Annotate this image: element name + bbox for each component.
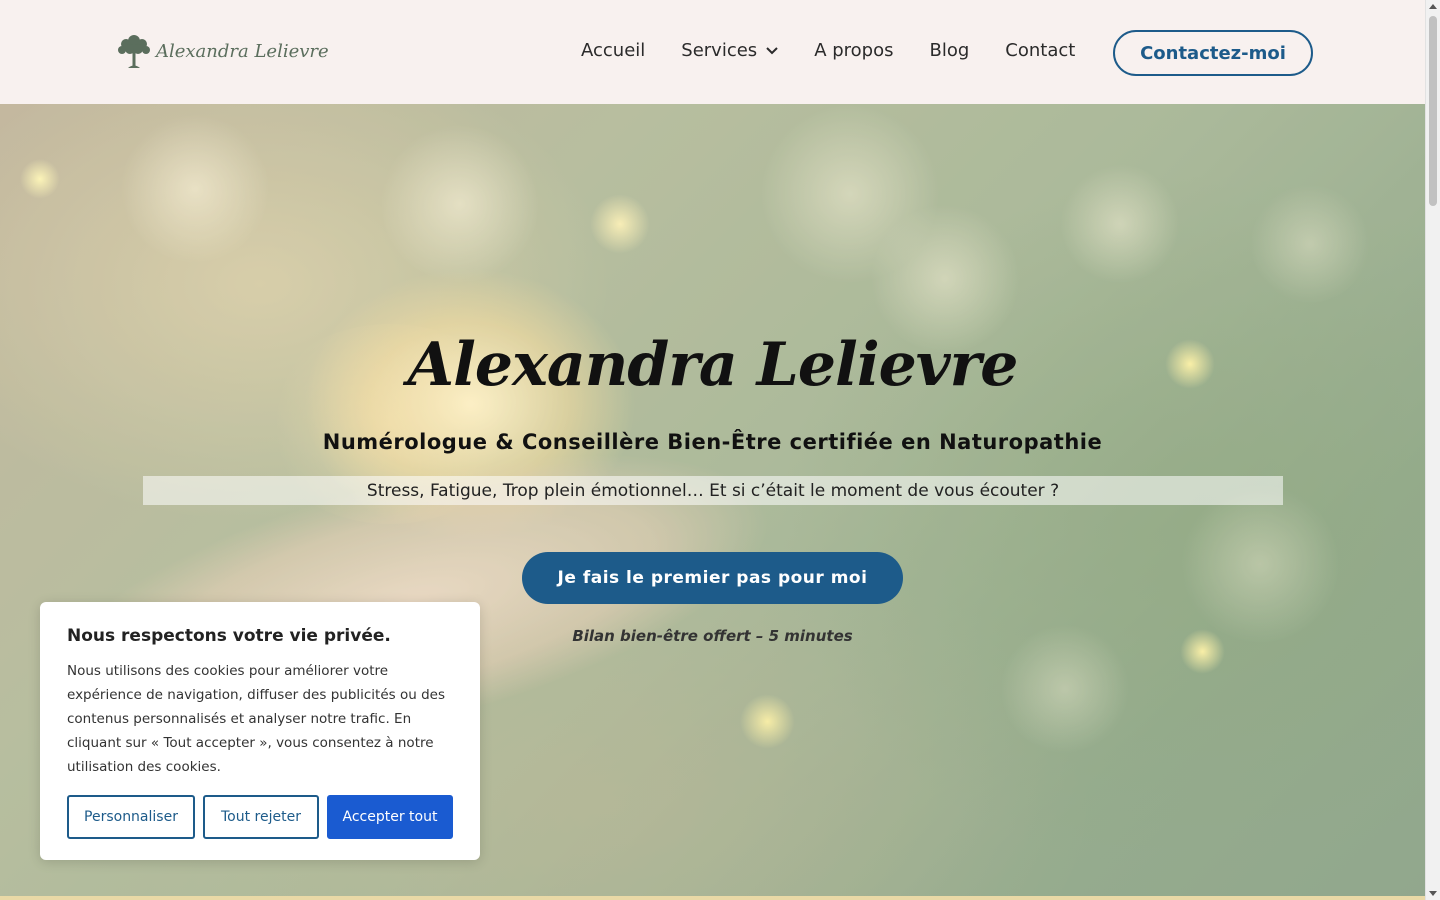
scroll-down-icon[interactable]	[1429, 891, 1437, 896]
main-nav: Accueil Services A propos Blog Contact	[581, 40, 1075, 61]
cookie-accept-button[interactable]: Accepter tout	[327, 795, 453, 839]
cookie-consent-panel: Nous respectons votre vie privée. Nous u…	[40, 602, 480, 860]
nav-apropos[interactable]: A propos	[814, 40, 893, 61]
cookie-reject-button[interactable]: Tout rejeter	[203, 795, 319, 839]
scroll-up-icon[interactable]	[1429, 4, 1437, 9]
hero-subtitle: Numérologue & Conseillère Bien-Être cert…	[322, 430, 1103, 454]
hero-title: Alexandra Lelievre	[407, 330, 1019, 400]
chevron-down-icon	[766, 46, 778, 54]
nav-contact[interactable]: Contact	[1005, 40, 1075, 61]
section-divider	[0, 896, 1425, 900]
first-step-button[interactable]: Je fais le premier pas pour moi	[522, 552, 903, 604]
page-scrollbar[interactable]	[1425, 0, 1440, 900]
hero-tagline-band: Stress, Fatigue, Trop plein émotionnel… …	[143, 476, 1283, 505]
site-logo[interactable]: Alexandra Lelievre	[116, 32, 329, 70]
tree-icon	[118, 35, 150, 68]
scroll-thumb[interactable]	[1429, 16, 1437, 206]
nav-blog[interactable]: Blog	[929, 40, 969, 61]
logo-text: Alexandra Lelievre	[156, 40, 329, 62]
cookie-text: Nous utilisons des cookies pour améliore…	[67, 663, 445, 775]
cookie-personalize-button[interactable]: Personnaliser	[67, 795, 195, 839]
nav-accueil[interactable]: Accueil	[581, 40, 645, 61]
nav-services-label: Services	[681, 40, 758, 61]
site-header: Alexandra Lelievre Accueil Services A pr…	[0, 0, 1425, 104]
nav-services[interactable]: Services	[681, 40, 778, 61]
hero-tagline: Stress, Fatigue, Trop plein émotionnel… …	[366, 480, 1060, 501]
cookie-title: Nous respectons votre vie privée.	[67, 626, 391, 646]
contact-me-button[interactable]: Contactez-moi	[1113, 30, 1313, 76]
